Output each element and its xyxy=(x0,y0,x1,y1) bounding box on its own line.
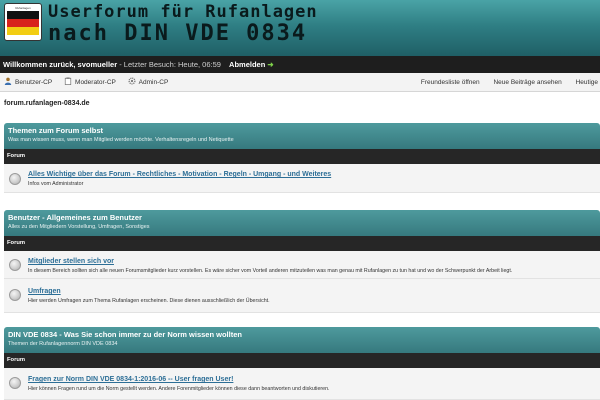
nav-admin-cp[interactable]: Admin-CP xyxy=(128,73,169,92)
forum-row[interactable]: Fragen zur Norm DIN VDE 0834-1:2016-06 -… xyxy=(4,368,600,400)
user-nav-bar: Benutzer-CP Moderator-CP Admin-CP Freund… xyxy=(0,73,600,92)
last-visit-text: - Letzter Besuch: Heute, 06:59 xyxy=(117,60,221,69)
category-description: Was man wissen muss, wenn man Mitglied w… xyxy=(8,137,234,143)
nav-moderator-cp[interactable]: Moderator-CP xyxy=(64,73,116,92)
nav-today-posts[interactable]: Heutige xyxy=(576,73,598,92)
logout-link[interactable]: Abmelden xyxy=(229,60,265,69)
forum-row[interactable]: Mitglieder stellen sich vor In diesem Be… xyxy=(4,251,600,279)
nav-admin-cp-label: Admin-CP xyxy=(138,79,169,86)
category-title[interactable]: Benutzer - Allgemeines zum Benutzer xyxy=(8,213,596,223)
category-din-vde-0834: DIN VDE 0834 - Was Sie schon immer zu de… xyxy=(4,327,600,400)
category-header: Themen zum Forum selbst Was man wissen m… xyxy=(4,123,600,149)
welcome-bar: Willkommen zurück, svomueller - Letzter … xyxy=(0,56,600,73)
nav-new-posts[interactable]: Neue Beiträge ansehen xyxy=(493,73,561,92)
logout-arrow-icon: ➜ xyxy=(267,60,274,69)
banner-subtitle: nach DIN VDE 0834 xyxy=(48,21,308,46)
forum-status-icon xyxy=(9,377,21,389)
category-title[interactable]: DIN VDE 0834 - Was Sie schon immer zu de… xyxy=(8,330,596,340)
category-description: Themen der Rufanlagennorm DIN VDE 0834 xyxy=(8,341,118,347)
nav-user-cp[interactable]: Benutzer-CP xyxy=(4,73,52,92)
forum-title-link[interactable]: Fragen zur Norm DIN VDE 0834-1:2016-06 -… xyxy=(28,375,600,385)
site-logo[interactable]: Rufanlagen xyxy=(4,3,42,41)
category-header: Benutzer - Allgemeines zum Benutzer Alle… xyxy=(4,210,600,236)
forum-description: In diesem Bereich sollten sich alle neue… xyxy=(28,268,513,274)
forum-row[interactable]: Alles Wichtige über das Forum - Rechtlic… xyxy=(4,164,600,193)
nav-friends-list[interactable]: Freundesliste öffnen xyxy=(421,73,480,92)
forum-row[interactable]: Umfragen Hier werden Umfragen zum Thema … xyxy=(4,279,600,313)
forum-title-link[interactable]: Mitglieder stellen sich vor xyxy=(28,257,600,267)
forum-status-icon xyxy=(9,173,21,185)
forum-status-icon xyxy=(9,259,21,271)
forum-title-link[interactable]: Umfragen xyxy=(28,287,600,297)
forum-description: Infos vom Administrator xyxy=(28,181,84,187)
nav-moderator-cp-label: Moderator-CP xyxy=(75,79,116,86)
forum-status-icon xyxy=(9,289,21,301)
gear-icon xyxy=(128,77,136,85)
flag-stripe-gold xyxy=(7,27,39,35)
nav-user-cp-label: Benutzer-CP xyxy=(15,79,53,86)
forum-title-link[interactable]: Alles Wichtige über das Forum - Rechtlic… xyxy=(28,170,600,180)
flag-stripe-red xyxy=(7,19,39,27)
forum-banner: Rufanlagen Userforum für Rufanlagen nach… xyxy=(0,0,600,56)
column-header-forum: Forum xyxy=(4,149,600,164)
column-header-forum: Forum xyxy=(4,353,600,368)
column-header-forum: Forum xyxy=(4,236,600,251)
user-icon xyxy=(4,77,12,85)
forum-description: Hier können Fragen rund um die Norm gest… xyxy=(28,386,330,392)
banner-title: Userforum für Rufanlagen xyxy=(48,2,318,22)
flag-stripe-black xyxy=(7,11,39,19)
category-users: Benutzer - Allgemeines zum Benutzer Alle… xyxy=(4,210,600,313)
forum-description: Hier werden Umfragen zum Thema Rufanlage… xyxy=(28,298,270,304)
category-header: DIN VDE 0834 - Was Sie schon immer zu de… xyxy=(4,327,600,353)
category-title[interactable]: Themen zum Forum selbst xyxy=(8,126,596,136)
site-name: forum.rufanlagen-0834.de xyxy=(4,100,90,107)
category-forum-topics: Themen zum Forum selbst Was man wissen m… xyxy=(4,123,600,193)
welcome-greeting: Willkommen zurück, svomueller xyxy=(3,60,118,69)
category-description: Alles zu den Mitgliedern Vorstellung, Um… xyxy=(8,224,150,230)
clipboard-icon xyxy=(64,77,72,85)
